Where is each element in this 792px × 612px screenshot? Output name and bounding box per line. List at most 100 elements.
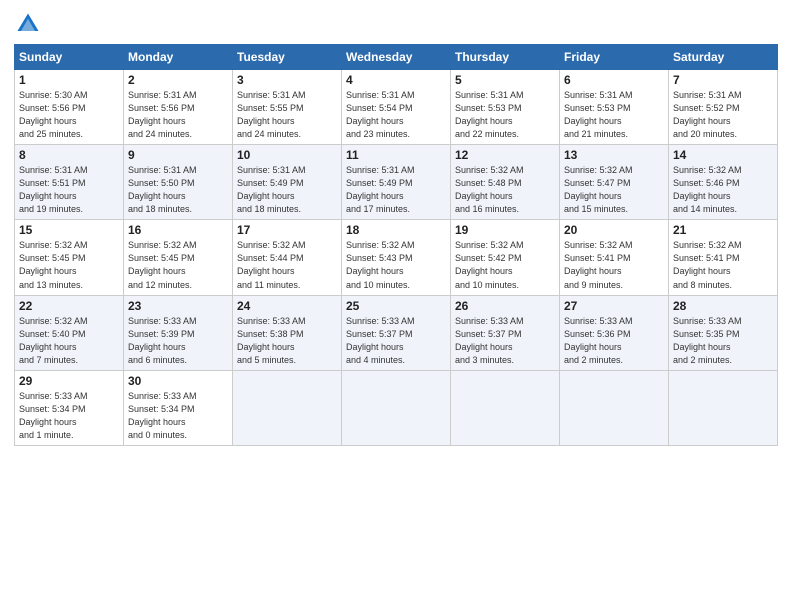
calendar-cell: 13 Sunrise: 5:32 AMSunset: 5:47 PMDayligh… <box>560 145 669 220</box>
day-info: Sunrise: 5:32 AMSunset: 5:41 PMDaylight … <box>564 239 664 291</box>
calendar-cell: 7Sunrise: 5:31 AMSunset: 5:52 PMDaylight… <box>669 70 778 145</box>
day-number: 8 <box>19 148 119 162</box>
calendar-cell: 17 Sunrise: 5:32 AMSunset: 5:44 PMDayligh… <box>233 220 342 295</box>
day-info: Sunrise: 5:32 AMSunset: 5:47 PMDaylight … <box>564 164 664 216</box>
day-info: Sunrise: 5:32 AMSunset: 5:42 PMDaylight … <box>455 239 555 291</box>
calendar-cell: 21Sunrise: 5:32 AMSunset: 5:41 PMDayligh… <box>669 220 778 295</box>
calendar-cell: 20 Sunrise: 5:32 AMSunset: 5:41 PMDayligh… <box>560 220 669 295</box>
day-info: Sunrise: 5:31 AMSunset: 5:53 PMDaylight … <box>564 89 664 141</box>
day-info: Sunrise: 5:31 AMSunset: 5:54 PMDaylight … <box>346 89 446 141</box>
weekday-header: Sunday <box>15 45 124 70</box>
calendar-cell <box>560 370 669 445</box>
day-info: Sunrise: 5:31 AMSunset: 5:53 PMDaylight … <box>455 89 555 141</box>
day-number: 4 <box>346 73 446 87</box>
weekday-header: Monday <box>124 45 233 70</box>
day-info: Sunrise: 5:33 AMSunset: 5:38 PMDaylight … <box>237 315 337 367</box>
calendar-cell: 2Sunrise: 5:31 AMSunset: 5:56 PMDaylight… <box>124 70 233 145</box>
day-number: 11 <box>346 148 446 162</box>
calendar-cell: 12 Sunrise: 5:32 AMSunset: 5:48 PMDayligh… <box>451 145 560 220</box>
day-number: 28 <box>673 299 773 313</box>
calendar-cell: 26 Sunrise: 5:33 AMSunset: 5:37 PMDayligh… <box>451 295 560 370</box>
day-number: 25 <box>346 299 446 313</box>
calendar-cell: 15 Sunrise: 5:32 AMSunset: 5:45 PMDayligh… <box>15 220 124 295</box>
day-number: 7 <box>673 73 773 87</box>
day-number: 26 <box>455 299 555 313</box>
day-info: Sunrise: 5:33 AMSunset: 5:37 PMDaylight … <box>346 315 446 367</box>
day-number: 24 <box>237 299 337 313</box>
day-number: 12 <box>455 148 555 162</box>
day-info: Sunrise: 5:33 AMSunset: 5:36 PMDaylight … <box>564 315 664 367</box>
day-number: 3 <box>237 73 337 87</box>
calendar-cell: 25 Sunrise: 5:33 AMSunset: 5:37 PMDayligh… <box>342 295 451 370</box>
calendar-cell <box>342 370 451 445</box>
day-number: 15 <box>19 223 119 237</box>
day-number: 20 <box>564 223 664 237</box>
day-number: 1 <box>19 73 119 87</box>
logo <box>14 10 46 38</box>
day-info: Sunrise: 5:31 AMSunset: 5:49 PMDaylight … <box>237 164 337 216</box>
header <box>14 10 778 38</box>
calendar-cell: 10 Sunrise: 5:31 AMSunset: 5:49 PMDayligh… <box>233 145 342 220</box>
calendar-cell: 5 Sunrise: 5:31 AMSunset: 5:53 PMDaylight… <box>451 70 560 145</box>
weekday-header: Tuesday <box>233 45 342 70</box>
day-info: Sunrise: 5:31 AMSunset: 5:56 PMDaylight … <box>128 89 228 141</box>
day-info: Sunrise: 5:32 AMSunset: 5:45 PMDaylight … <box>128 239 228 291</box>
day-number: 10 <box>237 148 337 162</box>
calendar-cell: 14 Sunrise: 5:32 AMSunset: 5:46 PMDayligh… <box>669 145 778 220</box>
calendar-cell <box>233 370 342 445</box>
day-info: Sunrise: 5:32 AMSunset: 5:48 PMDaylight … <box>455 164 555 216</box>
weekday-header: Saturday <box>669 45 778 70</box>
day-number: 29 <box>19 374 119 388</box>
calendar-week-row: 15 Sunrise: 5:32 AMSunset: 5:45 PMDayligh… <box>15 220 778 295</box>
day-info: Sunrise: 5:32 AMSunset: 5:44 PMDaylight … <box>237 239 337 291</box>
day-info: Sunrise: 5:31 AMSunset: 5:50 PMDaylight … <box>128 164 228 216</box>
calendar-week-row: 8Sunrise: 5:31 AMSunset: 5:51 PMDaylight… <box>15 145 778 220</box>
calendar-cell: 22Sunrise: 5:32 AMSunset: 5:40 PMDayligh… <box>15 295 124 370</box>
day-number: 6 <box>564 73 664 87</box>
day-info: Sunrise: 5:33 AMSunset: 5:35 PMDaylight … <box>673 315 773 367</box>
calendar-cell: 24 Sunrise: 5:33 AMSunset: 5:38 PMDayligh… <box>233 295 342 370</box>
day-number: 9 <box>128 148 228 162</box>
day-info: Sunrise: 5:33 AMSunset: 5:34 PMDaylight … <box>128 390 228 442</box>
day-number: 23 <box>128 299 228 313</box>
calendar-cell: 30 Sunrise: 5:33 AMSunset: 5:34 PMDayligh… <box>124 370 233 445</box>
calendar-cell: 18 Sunrise: 5:32 AMSunset: 5:43 PMDayligh… <box>342 220 451 295</box>
day-info: Sunrise: 5:32 AMSunset: 5:41 PMDaylight … <box>673 239 773 291</box>
day-info: Sunrise: 5:33 AMSunset: 5:37 PMDaylight … <box>455 315 555 367</box>
calendar-week-row: 22Sunrise: 5:32 AMSunset: 5:40 PMDayligh… <box>15 295 778 370</box>
day-number: 13 <box>564 148 664 162</box>
calendar-cell: 1 Sunrise: 5:30 AMSunset: 5:56 PMDaylight… <box>15 70 124 145</box>
day-number: 22 <box>19 299 119 313</box>
day-info: Sunrise: 5:32 AMSunset: 5:43 PMDaylight … <box>346 239 446 291</box>
day-number: 14 <box>673 148 773 162</box>
calendar-cell: 4 Sunrise: 5:31 AMSunset: 5:54 PMDaylight… <box>342 70 451 145</box>
calendar-cell: 27 Sunrise: 5:33 AMSunset: 5:36 PMDayligh… <box>560 295 669 370</box>
day-info: Sunrise: 5:31 AMSunset: 5:49 PMDaylight … <box>346 164 446 216</box>
calendar-cell: 11 Sunrise: 5:31 AMSunset: 5:49 PMDayligh… <box>342 145 451 220</box>
day-number: 18 <box>346 223 446 237</box>
calendar-cell: 29 Sunrise: 5:33 AMSunset: 5:34 PMDayligh… <box>15 370 124 445</box>
calendar-cell: 6 Sunrise: 5:31 AMSunset: 5:53 PMDaylight… <box>560 70 669 145</box>
day-number: 19 <box>455 223 555 237</box>
day-info: Sunrise: 5:32 AMSunset: 5:45 PMDaylight … <box>19 239 119 291</box>
page: SundayMondayTuesdayWednesdayThursdayFrid… <box>0 0 792 456</box>
day-info: Sunrise: 5:33 AMSunset: 5:39 PMDaylight … <box>128 315 228 367</box>
weekday-row: SundayMondayTuesdayWednesdayThursdayFrid… <box>15 45 778 70</box>
day-number: 17 <box>237 223 337 237</box>
calendar-cell: 16 Sunrise: 5:32 AMSunset: 5:45 PMDayligh… <box>124 220 233 295</box>
day-info: Sunrise: 5:32 AMSunset: 5:46 PMDaylight … <box>673 164 773 216</box>
calendar-cell: 3 Sunrise: 5:31 AMSunset: 5:55 PMDaylight… <box>233 70 342 145</box>
day-number: 27 <box>564 299 664 313</box>
day-number: 16 <box>128 223 228 237</box>
calendar-cell: 28 Sunrise: 5:33 AMSunset: 5:35 PMDayligh… <box>669 295 778 370</box>
calendar-cell: 19 Sunrise: 5:32 AMSunset: 5:42 PMDayligh… <box>451 220 560 295</box>
day-info: Sunrise: 5:33 AMSunset: 5:34 PMDaylight … <box>19 390 119 442</box>
weekday-header: Thursday <box>451 45 560 70</box>
day-info: Sunrise: 5:30 AMSunset: 5:56 PMDaylight … <box>19 89 119 141</box>
day-info: Sunrise: 5:31 AMSunset: 5:55 PMDaylight … <box>237 89 337 141</box>
calendar-table: SundayMondayTuesdayWednesdayThursdayFrid… <box>14 44 778 446</box>
day-number: 5 <box>455 73 555 87</box>
day-number: 30 <box>128 374 228 388</box>
calendar-cell <box>451 370 560 445</box>
calendar-cell: 8Sunrise: 5:31 AMSunset: 5:51 PMDaylight… <box>15 145 124 220</box>
